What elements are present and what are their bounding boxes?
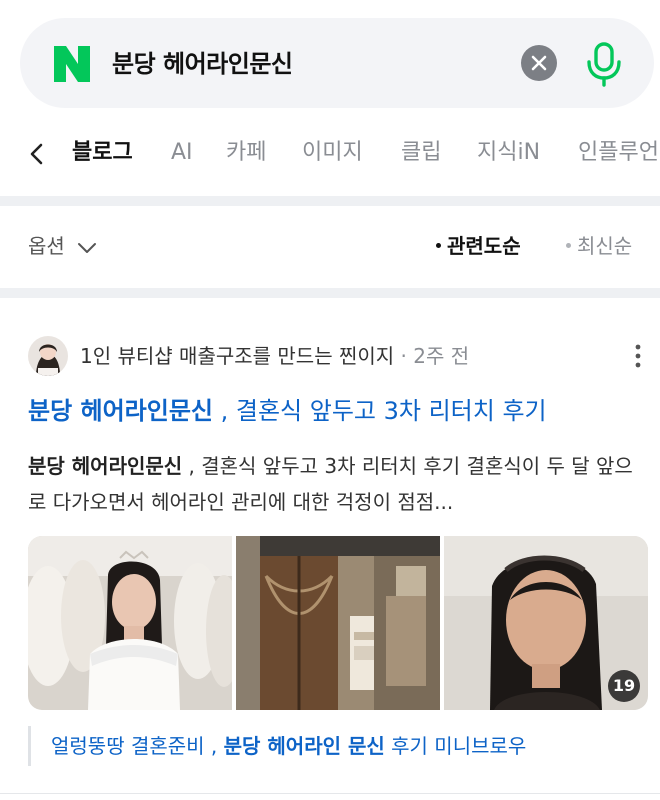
result-title-link[interactable]: 분당 헤어라인문신 , 결혼식 앞두고 3차 리터치 후기 — [28, 394, 638, 428]
more-options-icon[interactable] — [634, 342, 642, 370]
tab-ai[interactable]: AI — [171, 138, 193, 168]
search-tabs: 블로그 AI 카페 이미지 클립 지식iN 인플루언 — [0, 126, 660, 182]
thumbnail-bride[interactable] — [28, 536, 232, 710]
options-row: 옵션 관련도순 최신순 — [0, 208, 660, 284]
sort-relevance-label: 관련도순 — [447, 234, 521, 258]
tab-blog[interactable]: 블로그 — [72, 138, 133, 168]
tab-images[interactable]: 이미지 — [302, 138, 363, 168]
chevron-left-icon[interactable] — [26, 140, 48, 168]
avatar-image — [28, 336, 68, 376]
naver-logo-icon[interactable] — [52, 44, 92, 84]
chevron-down-icon — [78, 242, 97, 253]
thumbnail-hairline[interactable]: 19 — [444, 536, 648, 710]
author-row: 1인 뷰티샵 매출구조를 만드는 찐이지 · 2주 전 — [28, 336, 648, 376]
related-suffix: 후기 미니브로우 — [384, 734, 527, 758]
post-time: 2주 전 — [413, 344, 470, 368]
close-icon — [531, 55, 547, 71]
snippet-keyword: 분당 헤어라인문신 — [28, 454, 183, 478]
sort-latest[interactable]: 최신순 — [566, 232, 632, 260]
result-snippet[interactable]: 분당 헤어라인문신 , 결혼식 앞두고 3차 리터치 후기 결혼식이 두 달 앞… — [28, 448, 638, 520]
options-label: 옵션 — [28, 234, 65, 258]
card-bottom-divider — [0, 793, 660, 794]
tab-cafe[interactable]: 카페 — [226, 138, 266, 168]
thumbnail-strip: 19 — [28, 536, 648, 710]
options-dropdown[interactable]: 옵션 — [28, 232, 97, 260]
shop-photo — [236, 536, 440, 710]
image-count-badge: 19 — [608, 670, 640, 702]
related-keyword: 분당 헤어라인 문신 — [223, 734, 385, 758]
active-dot-icon — [436, 243, 441, 248]
inactive-dot-icon — [566, 243, 571, 248]
blog-result-card: 1인 뷰티샵 매출구조를 만드는 찐이지 · 2주 전 분당 헤어라인문신 , … — [0, 296, 660, 800]
avatar[interactable] — [28, 336, 68, 376]
bride-photo — [28, 536, 232, 710]
title-keyword: 분당 헤어라인문신 — [28, 397, 213, 425]
sort-latest-label: 최신순 — [577, 234, 633, 258]
title-rest: , 결혼식 앞두고 3차 리터치 후기 — [213, 397, 547, 425]
thumbnail-shop-entrance[interactable] — [236, 536, 440, 710]
author-info[interactable]: 1인 뷰티샵 매출구조를 만드는 찐이지 · 2주 전 — [80, 342, 469, 370]
sort-relevance[interactable]: 관련도순 — [436, 232, 521, 260]
microphone-icon[interactable] — [584, 40, 624, 88]
search-query[interactable]: 분당 헤어라인문신 — [112, 44, 293, 84]
clear-search-button[interactable] — [521, 45, 557, 81]
related-post-link[interactable]: 얼렁뚱땅 결혼준비 , 분당 헤어라인 문신 후기 미니브로우 — [28, 726, 526, 766]
related-prefix: 얼렁뚱땅 결혼준비 , — [51, 734, 224, 758]
tab-knowledge-in[interactable]: 지식iN — [477, 138, 540, 168]
tab-influencer[interactable]: 인플루언 — [578, 138, 659, 168]
search-bar[interactable]: 분당 헤어라인문신 — [20, 18, 654, 108]
author-name: 1인 뷰티샵 매출구조를 만드는 찐이지 — [80, 344, 395, 368]
section-divider — [0, 196, 660, 206]
tab-clip[interactable]: 클립 — [401, 138, 441, 168]
